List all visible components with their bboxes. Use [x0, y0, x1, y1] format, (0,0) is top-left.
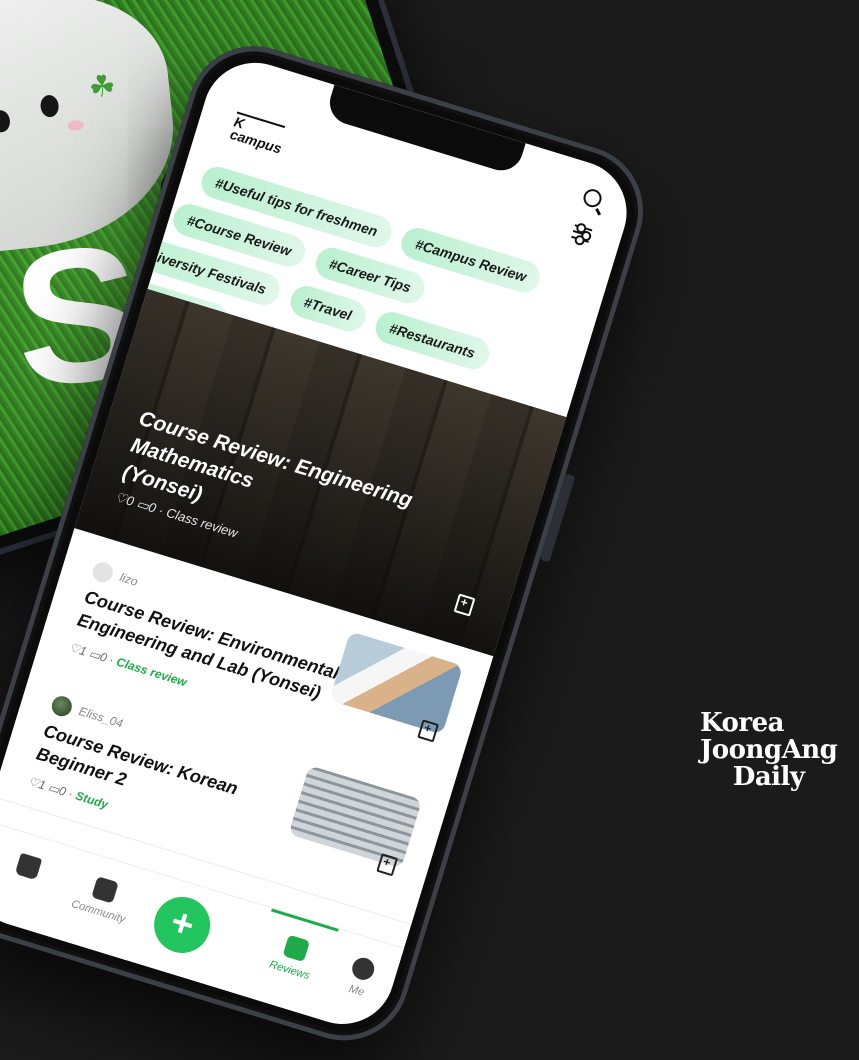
post-title: Course Review: Korean Beginner 2 — [34, 720, 241, 799]
brand-logo: Korea JoongAng Daily — [700, 708, 838, 792]
brand-line1: Korea — [700, 708, 784, 738]
tab-reviews-label: Reviews — [267, 958, 312, 983]
bookmark-icon[interactable] — [453, 593, 476, 617]
filter-icon[interactable] — [570, 221, 593, 247]
mascot-eye — [0, 109, 11, 134]
home-icon — [14, 852, 43, 881]
community-icon — [91, 876, 119, 904]
tab-me[interactable]: Me — [321, 948, 400, 1007]
bookmark-icon[interactable] — [417, 719, 440, 743]
bookmark-icon[interactable] — [376, 853, 399, 877]
author-name: Eliss_04 — [77, 703, 125, 731]
tab-reviews[interactable]: Reviews — [254, 928, 333, 987]
active-tab-indicator — [270, 908, 339, 932]
brand-line3: Daily — [732, 762, 805, 792]
search-icon[interactable] — [581, 186, 604, 210]
profile-icon — [349, 955, 377, 983]
avatar — [90, 559, 116, 585]
brand-line2: JoongAng — [700, 735, 838, 765]
reviews-icon — [282, 934, 311, 963]
tab-community-label: Community — [69, 898, 127, 926]
tab-home[interactable] — [0, 846, 65, 893]
post-category: Study — [73, 788, 110, 812]
avatar — [49, 693, 75, 719]
add-post-button[interactable]: + — [147, 889, 218, 960]
post-thumbnail — [329, 631, 464, 735]
mascot-eye — [39, 94, 60, 118]
app-logo[interactable]: K campus — [228, 111, 286, 157]
post-thumbnail — [288, 765, 423, 869]
tab-me-label: Me — [347, 982, 366, 999]
tag-travel[interactable]: #Travel — [286, 282, 370, 336]
author-name: lizo — [118, 570, 140, 589]
clover-icon: ☘ — [87, 69, 118, 105]
tab-community[interactable]: Community — [63, 869, 142, 928]
mascot-blush — [67, 119, 85, 132]
